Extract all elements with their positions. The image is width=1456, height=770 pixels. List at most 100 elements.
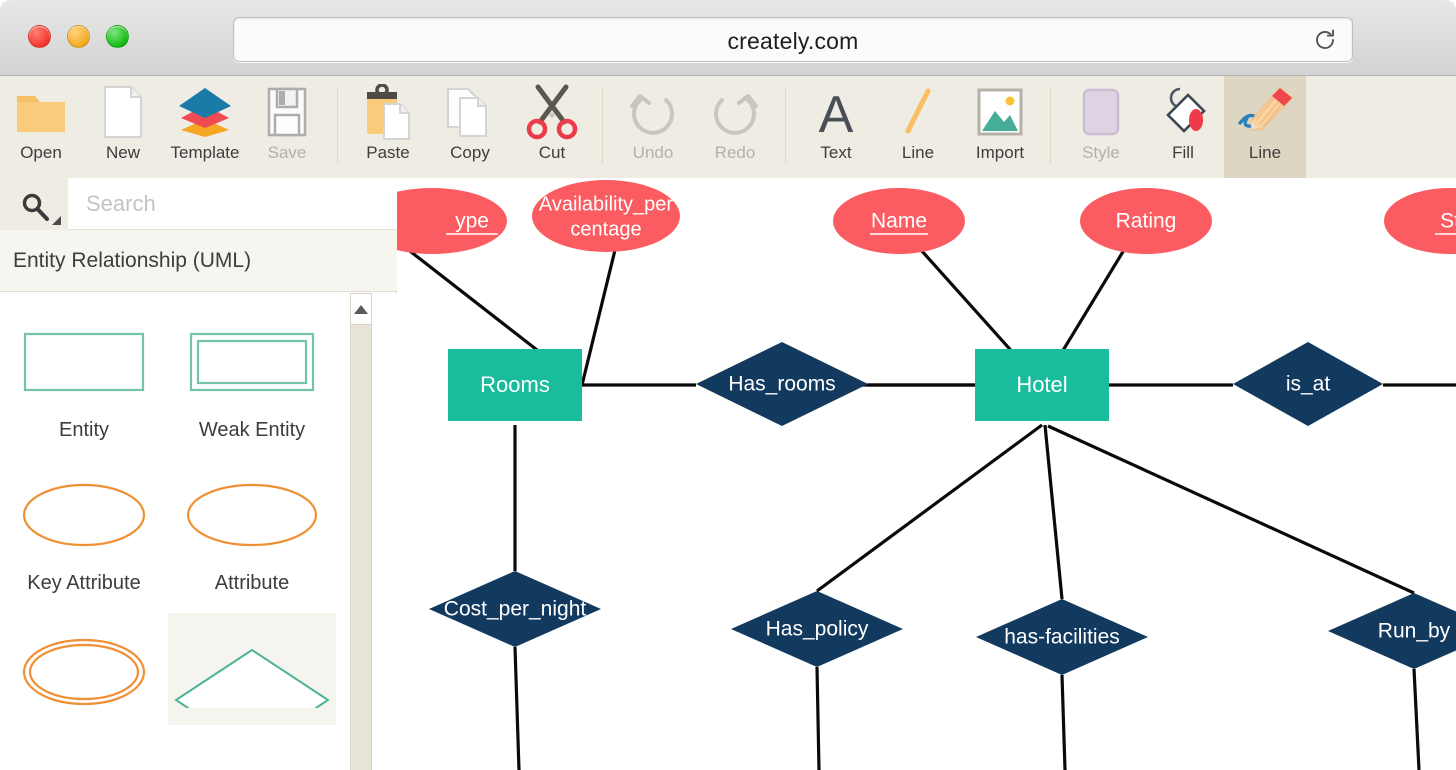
zoom-window-button[interactable] [106,25,129,48]
toolbar-copy-button[interactable]: Copy [429,76,511,178]
relationship-has-rooms[interactable]: Has_rooms [696,342,868,426]
entity-label: Rooms [480,372,550,397]
attribute-label: ype [455,210,489,233]
toolbar-fill-button[interactable]: Fill [1142,76,1224,178]
triangle-up-icon [354,305,368,314]
edge-run-by-down [1414,669,1419,770]
toolbar-item-label: Cut [539,143,565,163]
chevron-down-icon [52,216,61,225]
relationship-label: has-facilities [1004,626,1120,649]
rounded-rect-icon [1070,83,1132,141]
scroll-up-button[interactable] [350,293,372,325]
toolbar-line-button[interactable]: Line [877,76,959,178]
toolbar-item-label: Template [171,143,240,163]
relationship-has-facilities[interactable]: has-facilities [976,599,1148,675]
attribute-label-line1: Availability_per [539,193,673,215]
toolbar-item-label: Fill [1172,143,1194,163]
toolbar-text-button[interactable]: A Text [795,76,877,178]
folder-icon [10,83,72,141]
edge-has-facilities-down [1062,675,1065,770]
attribute-name[interactable]: Name [833,188,965,254]
shape-item-label: Weak Entity [199,419,305,442]
close-window-button[interactable] [28,25,51,48]
image-icon [969,83,1031,141]
toolbar-item-label: Line [902,143,934,163]
edge-hotel-has-facilities [1045,425,1062,599]
shape-item-multivalued-attribute[interactable] [0,613,168,725]
toolbar-item-label: Undo [633,143,674,163]
traffic-lights [28,25,129,48]
edge-has-policy-down [817,667,819,770]
attribute-ellipse [397,188,507,254]
toolbar-open-button[interactable]: Open [0,76,82,178]
address-bar[interactable]: creately.com [233,17,1353,62]
toolbar-import-button[interactable]: Import [959,76,1041,178]
toolbar-line-draw-button[interactable]: Line [1224,76,1306,178]
shape-item-label: Key Attribute [27,572,140,595]
toolbar-divider [785,88,786,164]
diagram-edges [406,248,1456,770]
relationship-cost-per-night[interactable]: Cost_per_night [429,571,601,647]
toolbar-paste-button[interactable]: Paste [347,76,429,178]
toolbar-item-label: Text [820,143,851,163]
relationship-label: Has_policy [766,618,869,641]
diagonal-line-icon [887,83,949,141]
diamond-icon [168,613,336,723]
toolbar-divider [337,88,338,164]
shape-item-attribute[interactable]: Attribute [168,460,336,595]
shape-category-label: Entity Relationship (UML) [0,249,251,273]
shape-item-key-attribute[interactable]: Key Attribute [0,460,168,595]
sidebar-scrollbar[interactable] [350,293,372,770]
attribute-label: Name [871,210,927,233]
relationship-label: Cost_per_night [444,598,587,621]
toolbar-new-button[interactable]: New [82,76,164,178]
toolbar-item-label: Style [1082,143,1120,163]
shape-item-relationship[interactable] [168,613,336,725]
edge-availability-rooms [582,250,615,385]
relationship-is-at[interactable]: is_at [1233,342,1383,426]
shape-category-header[interactable]: Entity Relationship (UML) [0,230,397,292]
toolbar-divider [1050,88,1051,164]
edge-hotel-has-policy [817,425,1042,591]
shape-item-label: Entity [59,419,109,442]
attribute-rating[interactable]: Rating [1080,188,1212,254]
search-input[interactable] [68,178,397,230]
scissors-icon [521,83,583,141]
browser-window: creately.com Open [0,0,1456,770]
shape-item-weak-entity[interactable]: Weak Entity [168,307,336,442]
ellipse-icon [168,460,336,570]
search-scope-button[interactable] [0,178,68,230]
shape-library-sidebar: Entity Relationship (UML) Entity [0,178,397,770]
entity-label: Hotel [1016,372,1067,397]
toolbar-style-button[interactable]: Style [1060,76,1142,178]
attribute-star[interactable]: St [1384,188,1456,254]
diagram-canvas[interactable]: ype Availability_per centage Name Rating… [397,178,1456,770]
toolbar-item-label: New [106,143,140,163]
letter-a-icon: A [805,83,867,141]
entity-rooms[interactable]: Rooms [448,349,582,421]
toolbar-save-button[interactable]: Save [246,76,328,178]
toolbar-template-button[interactable]: Template [164,76,246,178]
toolbar-undo-button[interactable]: Undo [612,76,694,178]
clipboard-icon [357,83,419,141]
relationship-has-policy[interactable]: Has_policy [731,591,903,667]
layers-icon [174,83,236,141]
relationship-label: Has_rooms [728,373,835,396]
relationship-run-by[interactable]: Run_by [1328,593,1456,669]
floppy-icon [256,83,318,141]
entity-hotel[interactable]: Hotel [975,349,1109,421]
toolbar-redo-button[interactable]: Redo [694,76,776,178]
toolbar-cut-button[interactable]: Cut [511,76,593,178]
rectangle-icon [0,307,168,417]
attribute-availability-percentage[interactable]: Availability_per centage [532,180,680,252]
search-icon [20,192,50,222]
reload-icon[interactable] [1312,27,1338,53]
copy-icon [439,83,501,141]
attribute-room-type[interactable]: ype [397,188,507,254]
shape-item-entity[interactable]: Entity [0,307,168,442]
toolbar-item-label: Copy [450,143,490,163]
toolbar-item-label: Import [976,143,1024,163]
attribute-label-line2: centage [570,218,641,240]
double-rectangle-icon [168,307,336,417]
minimize-window-button[interactable] [67,25,90,48]
